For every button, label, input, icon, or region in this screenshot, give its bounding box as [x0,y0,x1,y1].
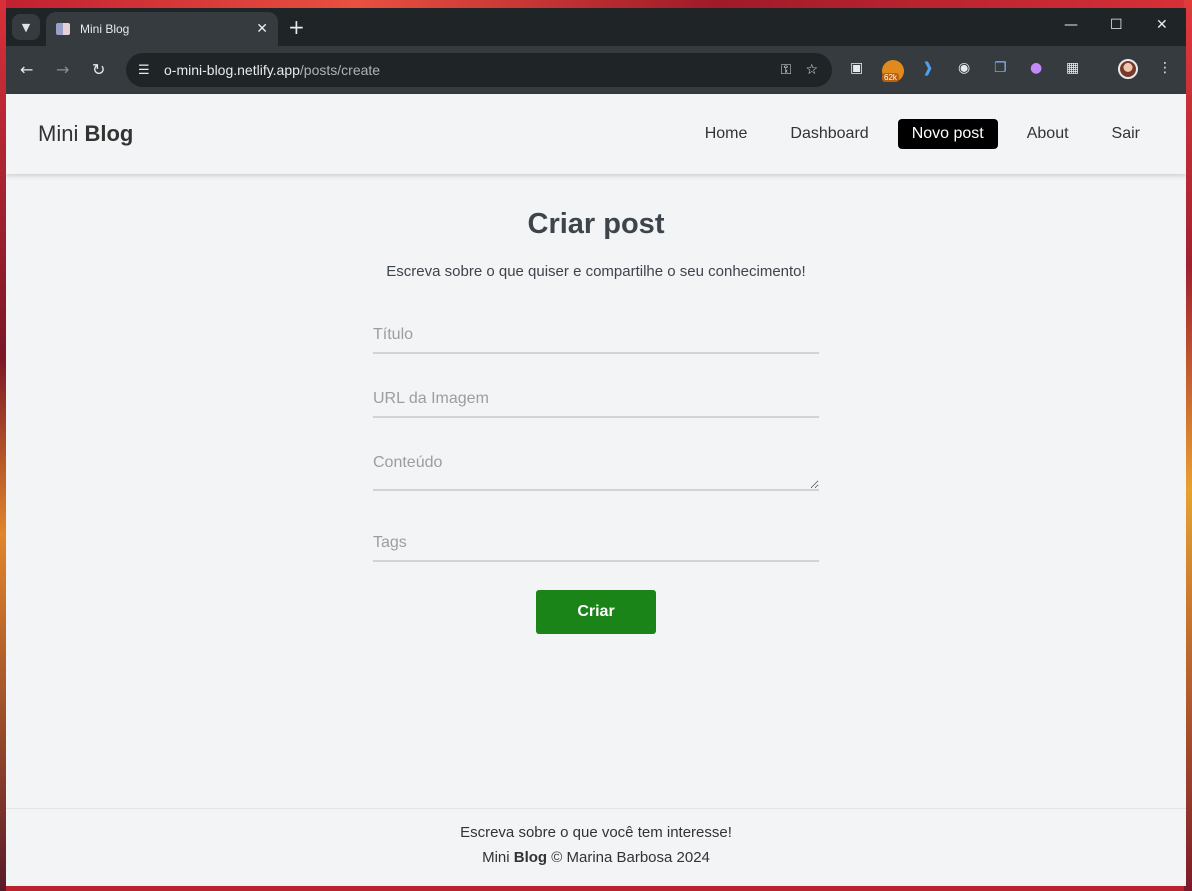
favicon-icon [56,23,70,35]
password-key-icon[interactable]: ⚿ [781,62,792,78]
nav-links: Home Dashboard Novo post About Sair [676,119,1154,149]
extension-purple-icon[interactable]: ● [1030,60,1042,76]
content-textarea[interactable] [373,446,819,491]
footer-brand-bold: Blog [513,849,548,866]
nav-about[interactable]: About [1013,119,1083,149]
copy-icon[interactable]: ❐ [994,60,1007,76]
site-footer: Escreva sobre o que você tem interesse! … [6,808,1186,886]
brand-light: Mini [38,121,85,146]
site-settings-icon[interactable]: ☰ [138,63,156,78]
submit-wrapper: Criar [373,590,819,634]
footer-tagline: Escreva sobre o que você tem interesse! [460,824,732,841]
back-arrow-icon[interactable]: ← [20,60,33,79]
extension-badge-count: 62k [882,73,899,82]
nav-new-post[interactable]: Novo post [897,119,998,149]
brand-bold: Blog [84,121,134,146]
create-button[interactable]: Criar [536,590,656,634]
new-tab-plus-icon[interactable]: + [288,16,305,38]
footer-copyright-line: Mini Blog © Marina Barbosa 2024 [6,849,1186,866]
reload-icon[interactable]: ↻ [92,60,105,79]
nav-logout[interactable]: Sair [1098,119,1154,149]
page-title: Criar post [527,208,665,240]
minimize-icon[interactable]: — [1064,17,1078,33]
nav-dashboard[interactable]: Dashboard [776,119,882,149]
browser-toolbar: ← → ↻ ☰ o-mini-blog.netlify.app/posts/cr… [6,46,1186,94]
url-host: o-mini-blog.netlify.app [164,62,300,78]
title-input[interactable] [373,318,819,354]
more-menu-icon[interactable]: ⋮ [1158,60,1172,76]
tags-input[interactable] [373,526,819,562]
site-navbar: Mini Blog Home Dashboard Novo post About… [6,94,1186,174]
bookmark-star-icon[interactable]: ☆ [805,62,818,78]
profile-avatar[interactable] [1118,59,1138,79]
tab-search-button[interactable]: ▼ [12,14,40,40]
footer-copyright: © Marina Barbosa 2024 [547,849,710,866]
footer-brand-light: Mini [482,849,514,866]
image-url-input[interactable] [373,382,819,418]
page-subtitle: Escreva sobre o que quiser e compartilhe… [386,263,806,280]
close-icon[interactable]: ✕ [256,21,268,37]
site-brand[interactable]: Mini Blog [38,121,133,147]
wireless-icon[interactable]: ❱ [922,60,934,76]
web-page: Mini Blog Home Dashboard Novo post About… [6,94,1186,886]
picture-in-picture-icon[interactable]: ▣ [850,60,863,76]
tab-strip: ▼ Mini Blog ✕ + — ☐ ✕ [6,8,1186,46]
browser-window: ▼ Mini Blog ✕ + — ☐ ✕ ← → ↻ ☰ o-mini-blo… [6,8,1186,886]
nav-home[interactable]: Home [691,119,762,149]
tab-title: Mini Blog [80,22,130,36]
maximize-icon[interactable]: ☐ [1110,17,1123,33]
puzzle-icon[interactable]: ▦ [1066,60,1079,76]
wallpaper-top [0,0,1192,8]
url-path: /posts/create [299,62,381,78]
address-bar[interactable]: ☰ o-mini-blog.netlify.app/posts/create ⚿… [126,53,832,87]
forward-arrow-icon[interactable]: → [56,60,69,79]
camera-icon[interactable]: ◉ [958,60,970,76]
create-post-form: Criar [373,318,819,634]
close-window-icon[interactable]: ✕ [1156,17,1168,33]
create-post-section: Criar post Escreva sobre o que quiser e … [6,208,1186,634]
browser-tab[interactable]: Mini Blog ✕ [46,12,278,46]
chevron-down-icon: ▼ [21,20,31,34]
url-text[interactable]: o-mini-blog.netlify.app/posts/create [164,62,781,78]
